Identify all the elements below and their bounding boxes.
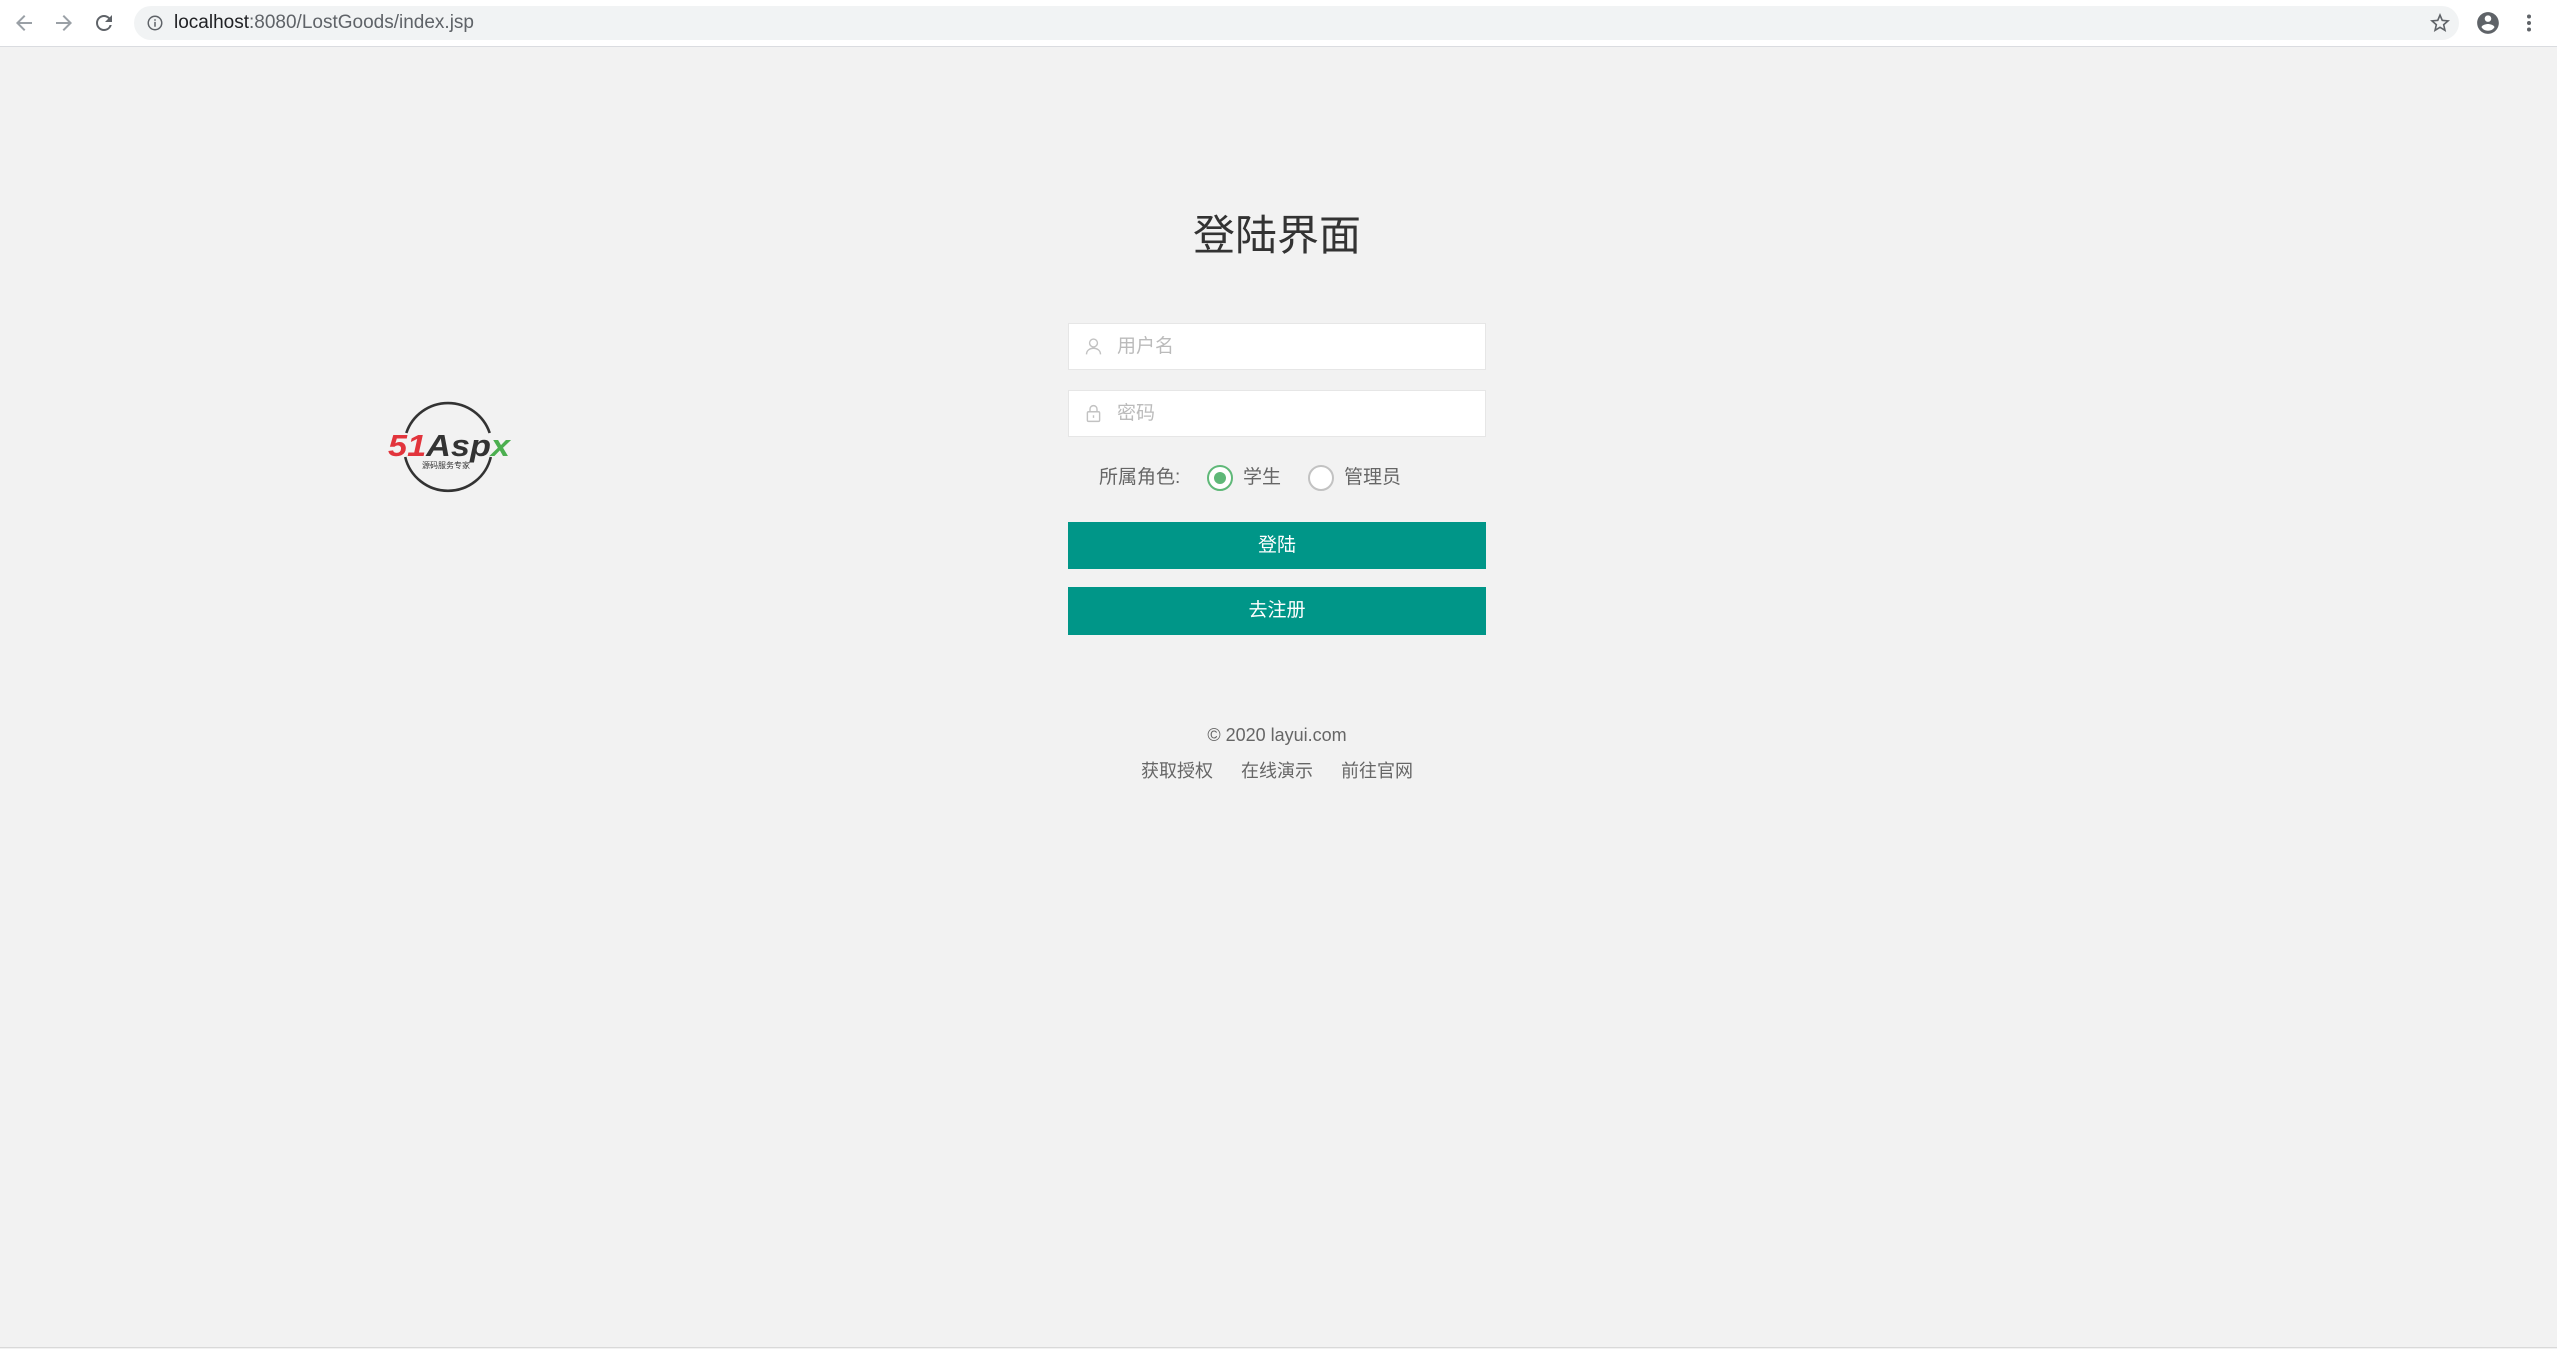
role-option-label: 学生 <box>1243 467 1282 488</box>
logo-tagline: 源码服务专家 <box>422 460 470 470</box>
back-arrow-icon[interactable] <box>12 11 36 35</box>
lock-icon <box>1083 403 1104 424</box>
url-path: :8080/LostGoods/index.jsp <box>249 12 474 33</box>
url-text[interactable]: localhost:8080/LostGoods/index.jsp <box>174 6 474 40</box>
footer-link-demo[interactable]: 在线演示 <box>1241 758 1313 784</box>
role-label: 所属角色: <box>1099 467 1181 488</box>
password-field[interactable] <box>1068 390 1486 437</box>
page-title: 登陆界面 <box>1192 212 1361 259</box>
username-input[interactable] <box>1117 324 1477 369</box>
star-icon[interactable] <box>2428 11 2452 35</box>
address-bar[interactable]: localhost:8080/LostGoods/index.jsp <box>134 6 2459 40</box>
footer-link-website[interactable]: 前往官网 <box>1341 758 1413 784</box>
footer-links: 获取授权 在线演示 前往官网 <box>1068 758 1486 784</box>
51aspx-logo: 51 Asp x 源码服务专家 <box>380 395 520 500</box>
copyright-text: © 2020 layui.com <box>1207 725 1347 745</box>
reload-icon[interactable] <box>92 11 116 35</box>
logo-wordmark: 51 Asp x <box>388 428 512 463</box>
register-button[interactable]: 去注册 <box>1068 587 1486 635</box>
page-bottom-edge <box>0 1347 2557 1348</box>
radio-icon[interactable] <box>1308 465 1334 491</box>
more-vert-icon[interactable] <box>2517 11 2541 35</box>
browser-toolbar: localhost:8080/LostGoods/index.jsp <box>0 0 2557 47</box>
logo-number: 51 <box>388 428 426 463</box>
logo-x: x <box>489 428 512 463</box>
login-button[interactable]: 登陆 <box>1068 522 1486 569</box>
username-field[interactable] <box>1068 323 1486 370</box>
logo-asp: Asp <box>425 428 491 463</box>
radio-icon[interactable] <box>1207 465 1233 491</box>
footer-link-license[interactable]: 获取授权 <box>1141 758 1213 784</box>
role-option-label: 管理员 <box>1344 467 1402 488</box>
forward-arrow-icon[interactable] <box>52 11 76 35</box>
user-icon <box>1083 336 1104 357</box>
url-host: localhost <box>174 12 249 33</box>
info-icon[interactable] <box>146 14 164 32</box>
account-circle-icon[interactable] <box>2475 10 2501 36</box>
password-input[interactable] <box>1117 391 1477 436</box>
